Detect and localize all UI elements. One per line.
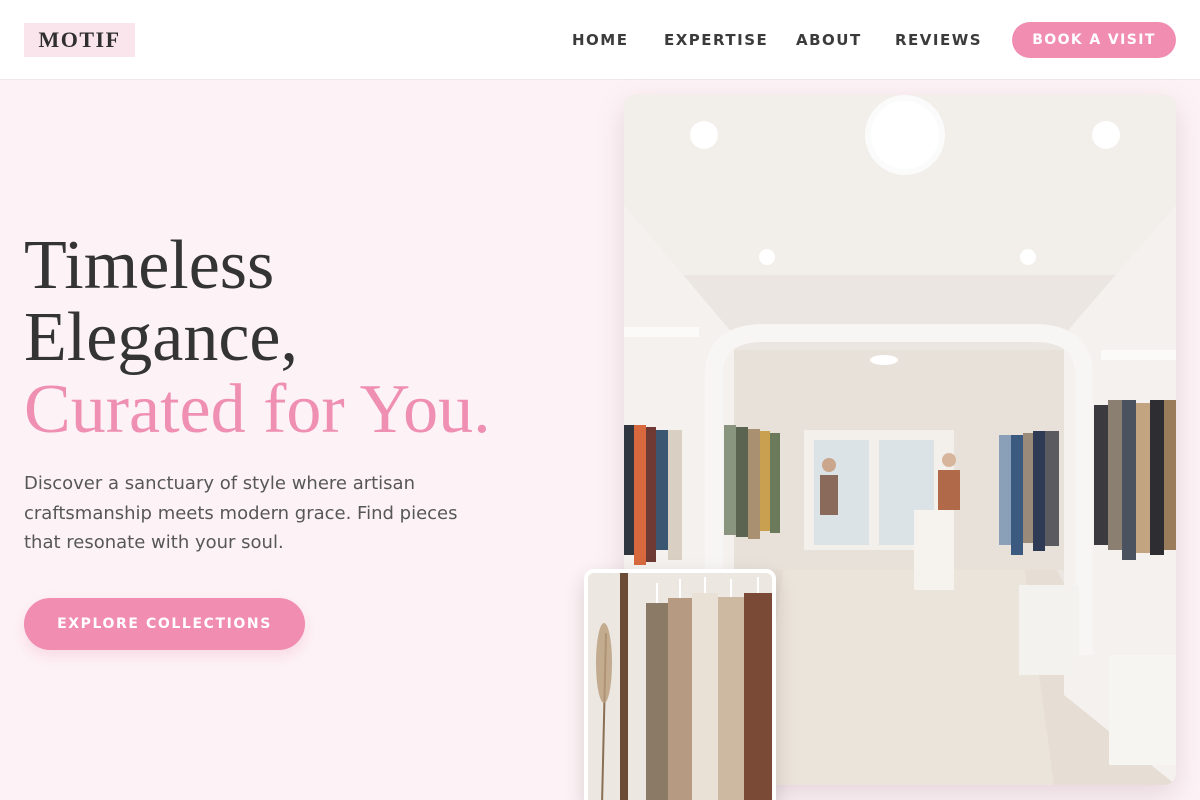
clothing-rack-photo [584, 569, 776, 800]
nav-link-reviews[interactable]: REVIEWS [895, 31, 982, 49]
hero-title-accent: Curated for You. [24, 371, 491, 448]
nav-link-home[interactable]: HOME [572, 31, 628, 49]
hero-title-line-2: Elegance, [24, 299, 298, 376]
hero-title: Timeless Elegance, Curated for You. [24, 230, 584, 446]
nav-link-about[interactable]: ABOUT [796, 31, 862, 49]
nav-link-expertise[interactable]: EXPERTISE [664, 31, 768, 49]
hero-title-line-1: Timeless [24, 227, 275, 304]
hero-subtitle: Discover a sanctuary of style where arti… [24, 473, 458, 553]
site-header: MOTIF HOME EXPERTISE ABOUT REVIEWS BOOK … [0, 0, 1200, 80]
explore-collections-button[interactable]: EXPLORE COLLECTIONS [24, 598, 305, 650]
book-a-visit-button[interactable]: BOOK A VISIT [1012, 22, 1176, 58]
